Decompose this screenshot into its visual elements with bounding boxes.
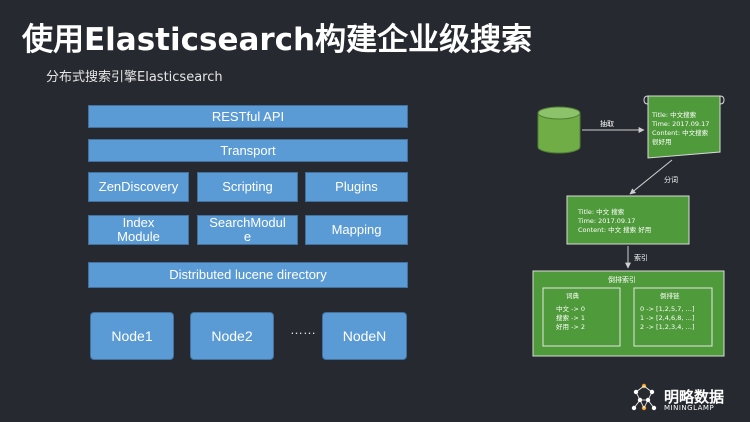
extract-label: 抽取 [600,119,614,128]
terms-title: 词典 [566,291,580,300]
posting-row-1: 1 -> [2,4,6,8, …] [640,314,695,322]
index-label: 索引 [634,253,648,262]
doc1-line-title: Title: 中文搜索 [651,110,697,119]
doc1-line-content: Content: 中文搜索 [652,128,709,137]
postings-title: 倒排链 [660,291,680,300]
inverted-index-title: 倒排索引 [608,275,636,284]
doc2-line-title: Title: 中文 搜索 [577,207,625,216]
tokenize-label: 分词 [664,175,678,184]
term-row-0: 中文 -> 0 [556,304,585,313]
doc2-line-time: Time: 2017.09.17 [577,217,635,225]
mininglamp-logo-icon [631,383,657,411]
doc1-line-time: Time: 2017.09.17 [651,120,709,128]
posting-row-2: 2 -> [1,2,3,4, …] [640,323,695,331]
indexing-flow-diagram: 抽取 Title: 中文搜索 Time: 2017.09.17 Content:… [532,95,725,411]
posting-row-0: 0 -> [1,2,5,7, …] [640,305,695,313]
doc1-line-content-cont: 很好用 [652,137,672,146]
logo-subtext: MININGLAMP [664,404,715,412]
database-icon [537,106,581,154]
term-row-1: 搜索 -> 1 [556,313,585,322]
term-row-2: 好用 -> 2 [556,322,585,331]
doc2-line-content: Content: 中文 搜索 好用 [578,225,651,234]
